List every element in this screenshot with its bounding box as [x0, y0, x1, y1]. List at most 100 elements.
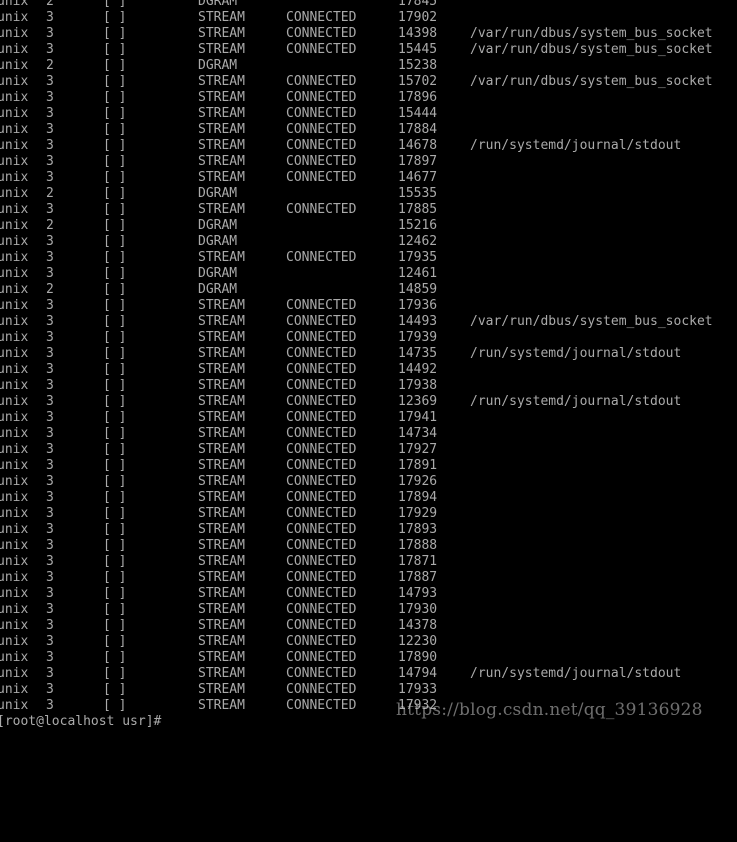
refcnt-cell: 3	[46, 602, 54, 617]
flags-cell: [ ]	[103, 106, 127, 121]
state-cell: CONNECTED	[286, 570, 357, 585]
state-cell: CONNECTED	[286, 346, 357, 361]
flags-cell: [ ]	[103, 330, 127, 345]
flags-cell: [ ]	[103, 26, 127, 41]
flags-cell: [ ]	[103, 394, 127, 409]
flags-cell: [ ]	[103, 666, 127, 681]
type-cell: STREAM	[198, 362, 245, 377]
flags-cell: [ ]	[103, 314, 127, 329]
refcnt-cell: 3	[46, 154, 54, 169]
state-cell: CONNECTED	[286, 394, 357, 409]
terminal-output[interactable]: unix 2 [ ] DGRAM 17845 unix 3 [ ] STREAM…	[0, 0, 737, 730]
path-cell: /run/systemd/journal/stdout	[470, 138, 682, 153]
refcnt-cell: 3	[46, 554, 54, 569]
proto-cell: unix	[0, 570, 29, 585]
flags-cell: [ ]	[103, 90, 127, 105]
type-cell: DGRAM	[198, 186, 238, 201]
flags-cell: [ ]	[103, 186, 127, 201]
path-cell: /var/run/dbus/system_bus_socket	[470, 26, 713, 41]
refcnt-cell: 3	[46, 90, 54, 105]
refcnt-cell: 3	[46, 506, 54, 521]
refcnt-cell: 2	[46, 282, 54, 297]
proto-cell: unix	[0, 10, 29, 25]
refcnt-cell: 3	[46, 362, 54, 377]
proto-cell: unix	[0, 538, 29, 553]
type-cell: STREAM	[198, 42, 245, 57]
refcnt-cell: 3	[46, 586, 54, 601]
proto-cell: unix	[0, 426, 29, 441]
proto-cell: unix	[0, 122, 29, 137]
socket-row: unix 3 [ ] STREAM CONNECTED 14735 /run/s…	[0, 346, 737, 362]
path-cell: /run/systemd/journal/stdout	[470, 346, 682, 361]
socket-row: unix 3 [ ] STREAM CONNECTED 17933	[0, 682, 737, 698]
type-cell: DGRAM	[198, 58, 238, 73]
type-cell: STREAM	[198, 202, 245, 217]
socket-row: unix 2 [ ] DGRAM 15535	[0, 186, 737, 202]
proto-cell: unix	[0, 586, 29, 601]
proto-cell: unix	[0, 250, 29, 265]
flags-cell: [ ]	[103, 122, 127, 137]
inode-cell: 15702	[398, 74, 438, 89]
proto-cell: unix	[0, 26, 29, 41]
inode-cell: 14793	[398, 586, 438, 601]
state-cell: CONNECTED	[286, 106, 357, 121]
type-cell: STREAM	[198, 458, 245, 473]
state-cell: CONNECTED	[286, 74, 357, 89]
inode-cell: 17871	[398, 554, 438, 569]
state-cell: CONNECTED	[286, 602, 357, 617]
socket-row: unix 3 [ ] STREAM CONNECTED 12230	[0, 634, 737, 650]
socket-row: unix 3 [ ] STREAM CONNECTED 14378	[0, 618, 737, 634]
flags-cell: [ ]	[103, 0, 127, 9]
flags-cell: [ ]	[103, 682, 127, 697]
flags-cell: [ ]	[103, 586, 127, 601]
type-cell: DGRAM	[198, 218, 238, 233]
socket-row: unix 3 [ ] STREAM CONNECTED 17894	[0, 490, 737, 506]
proto-cell: unix	[0, 266, 29, 281]
proto-cell: unix	[0, 202, 29, 217]
refcnt-cell: 3	[46, 538, 54, 553]
inode-cell: 15535	[398, 186, 438, 201]
refcnt-cell: 3	[46, 122, 54, 137]
refcnt-cell: 3	[46, 570, 54, 585]
watermark: https://blog.csdn.net/qq_39136928	[396, 700, 703, 720]
flags-cell: [ ]	[103, 634, 127, 649]
inode-cell: 17884	[398, 122, 438, 137]
type-cell: DGRAM	[198, 0, 238, 9]
refcnt-cell: 3	[46, 234, 54, 249]
inode-cell: 17930	[398, 602, 438, 617]
flags-cell: [ ]	[103, 58, 127, 73]
state-cell: CONNECTED	[286, 330, 357, 345]
state-cell: CONNECTED	[286, 42, 357, 57]
state-cell: CONNECTED	[286, 634, 357, 649]
inode-cell: 17888	[398, 538, 438, 553]
state-cell: CONNECTED	[286, 490, 357, 505]
flags-cell: [ ]	[103, 378, 127, 393]
state-cell: CONNECTED	[286, 586, 357, 601]
inode-cell: 14859	[398, 282, 438, 297]
socket-row: unix 3 [ ] STREAM CONNECTED 17926	[0, 474, 737, 490]
socket-row: unix 3 [ ] DGRAM 12462	[0, 234, 737, 250]
socket-row: unix 3 [ ] STREAM CONNECTED 17890	[0, 650, 737, 666]
inode-cell: 14398	[398, 26, 438, 41]
type-cell: DGRAM	[198, 282, 238, 297]
inode-cell: 12462	[398, 234, 438, 249]
type-cell: STREAM	[198, 122, 245, 137]
type-cell: STREAM	[198, 378, 245, 393]
refcnt-cell: 3	[46, 170, 54, 185]
socket-row: unix 3 [ ] STREAM CONNECTED 15445 /var/r…	[0, 42, 737, 58]
socket-row: unix 3 [ ] STREAM CONNECTED 17927	[0, 442, 737, 458]
inode-cell: 14493	[398, 314, 438, 329]
socket-row: unix 3 [ ] STREAM CONNECTED 14398 /var/r…	[0, 26, 737, 42]
type-cell: STREAM	[198, 602, 245, 617]
proto-cell: unix	[0, 522, 29, 537]
type-cell: STREAM	[198, 138, 245, 153]
flags-cell: [ ]	[103, 346, 127, 361]
refcnt-cell: 3	[46, 298, 54, 313]
socket-row: unix 3 [ ] STREAM CONNECTED 17896	[0, 90, 737, 106]
inode-cell: 14378	[398, 618, 438, 633]
socket-row: unix 3 [ ] STREAM CONNECTED 14677	[0, 170, 737, 186]
inode-cell: 15216	[398, 218, 438, 233]
socket-row: unix 3 [ ] STREAM CONNECTED 12369 /run/s…	[0, 394, 737, 410]
flags-cell: [ ]	[103, 602, 127, 617]
path-cell: /var/run/dbus/system_bus_socket	[470, 42, 713, 57]
